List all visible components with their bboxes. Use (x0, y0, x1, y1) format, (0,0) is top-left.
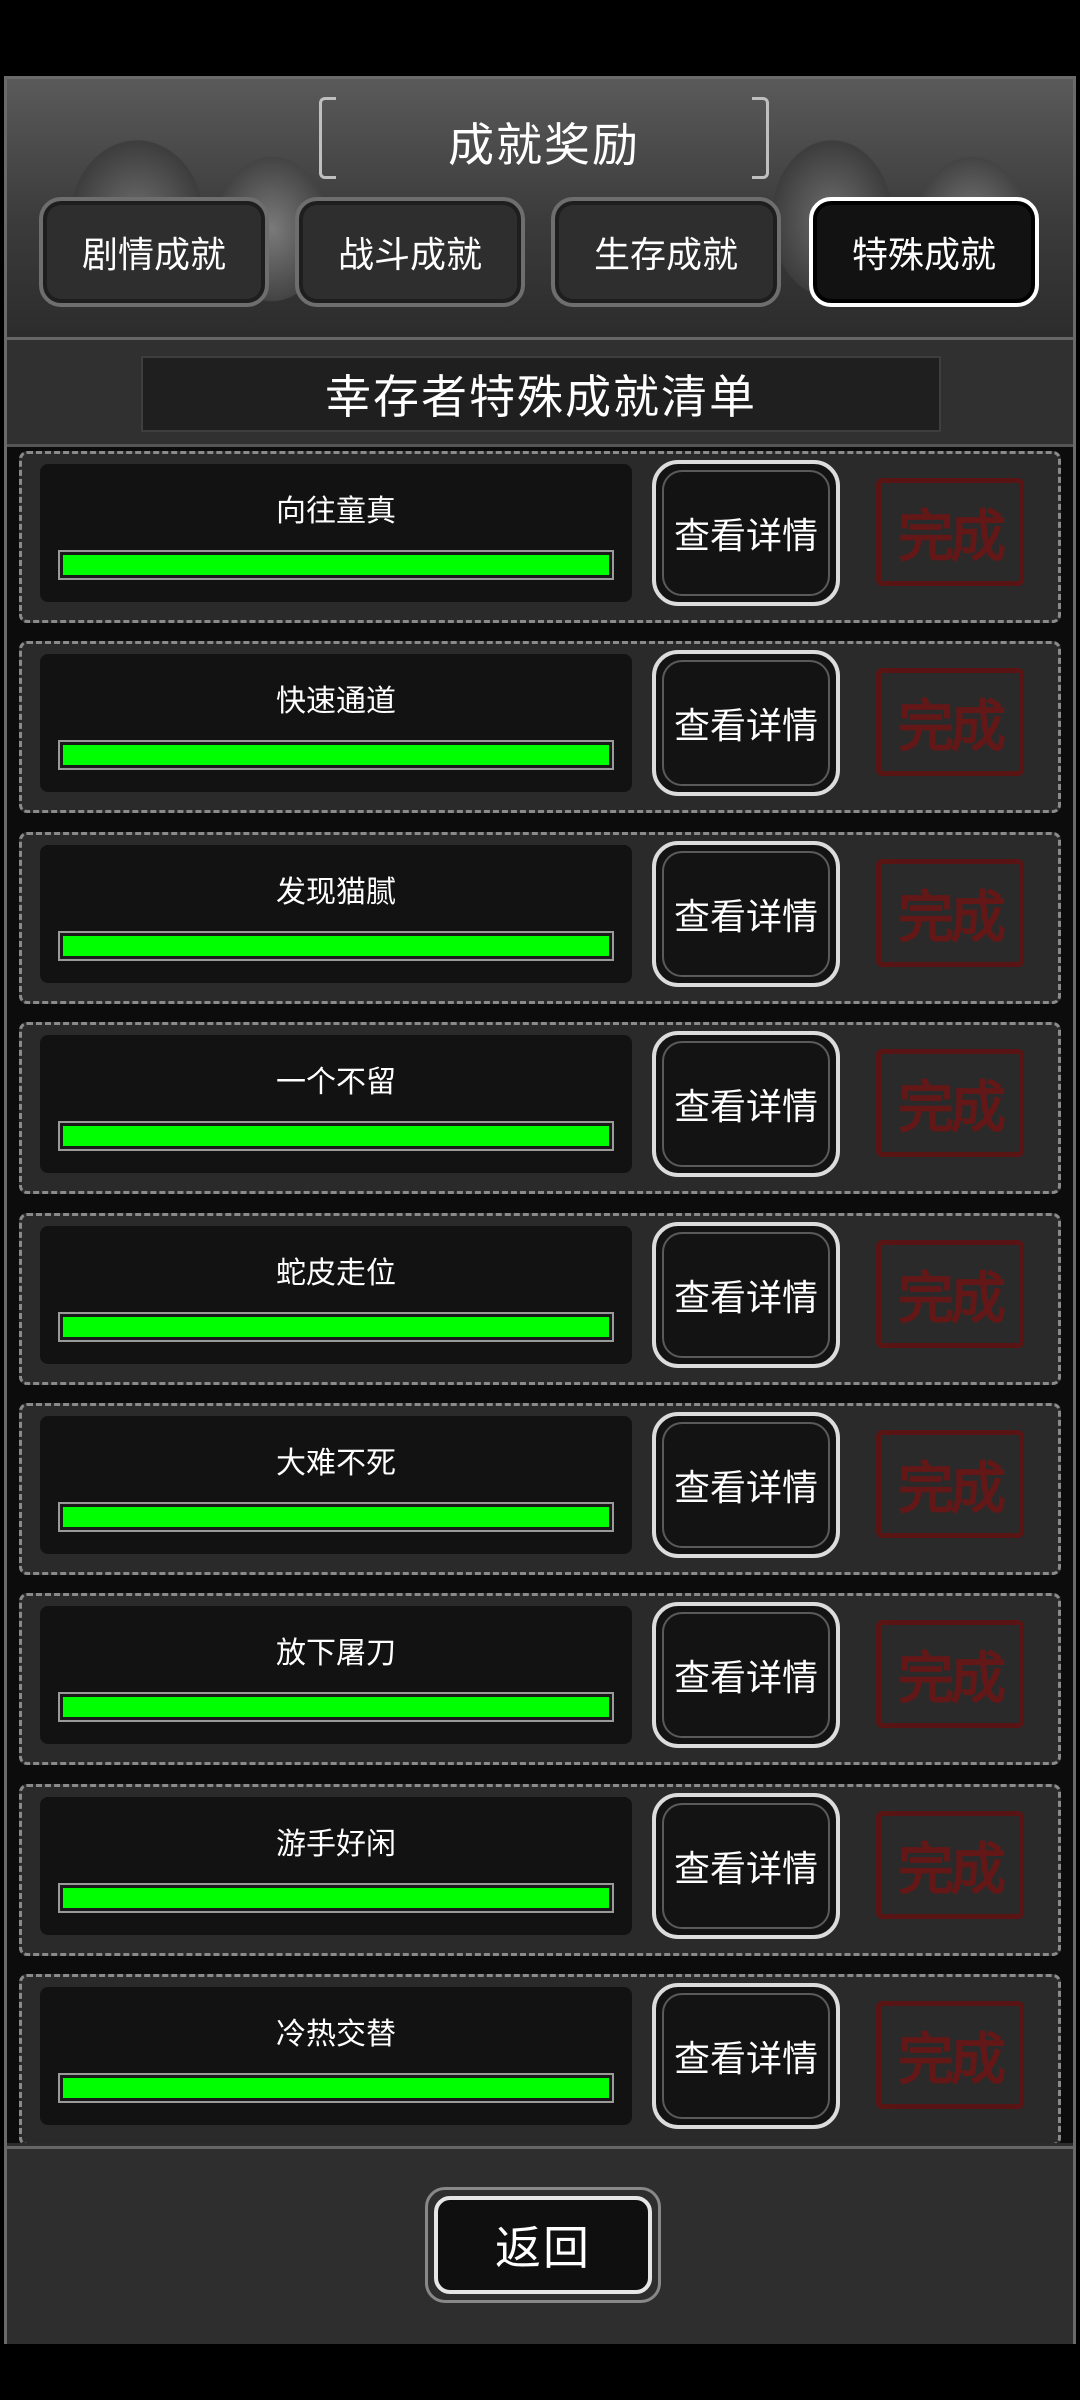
achievement-row: 放下屠刀 查看详情 完成 (19, 1593, 1061, 1765)
progress-bar (58, 1121, 614, 1151)
view-details-button[interactable]: 查看详情 (652, 1031, 840, 1177)
completed-stamp: 完成 (876, 2001, 1024, 2109)
list-subtitle: 幸存者特殊成就清单 (141, 356, 941, 432)
progress-bar (58, 2073, 614, 2103)
progress-bar (58, 1502, 614, 1532)
tab-story[interactable]: 剧情成就 (39, 197, 269, 307)
achievement-info-panel: 游手好闲 (40, 1797, 632, 1935)
achievement-row: 冷热交替 查看详情 完成 (19, 1974, 1061, 2143)
achievement-name: 冷热交替 (276, 2017, 396, 2052)
tab-combat[interactable]: 战斗成就 (295, 197, 525, 307)
footer-bar: 返回 (7, 2146, 1073, 2344)
completed-stamp: 完成 (876, 1240, 1024, 1348)
completed-stamp: 完成 (876, 478, 1024, 586)
progress-bar (58, 740, 614, 770)
view-details-button[interactable]: 查看详情 (652, 460, 840, 606)
progress-fill (63, 1507, 609, 1527)
achievement-row: 游手好闲 查看详情 完成 (19, 1784, 1061, 1956)
achievement-row: 一个不留 查看详情 完成 (19, 1022, 1061, 1194)
tab-survival[interactable]: 生存成就 (551, 197, 781, 307)
progress-bar (58, 931, 614, 961)
achievement-info-panel: 放下屠刀 (40, 1606, 632, 1744)
achievement-info-panel: 一个不留 (40, 1035, 632, 1173)
progress-bar (58, 1883, 614, 1913)
completed-stamp: 完成 (876, 1430, 1024, 1538)
achievement-name: 发现猫腻 (276, 875, 396, 910)
achievement-row: 蛇皮走位 查看详情 完成 (19, 1213, 1061, 1385)
achievement-name: 快速通道 (276, 684, 396, 719)
page-title: 成就奖励 (448, 118, 640, 172)
achievement-info-panel: 大难不死 (40, 1416, 632, 1554)
completed-stamp: 完成 (876, 1049, 1024, 1157)
achievement-row: 大难不死 查看详情 完成 (19, 1403, 1061, 1575)
completed-stamp: 完成 (876, 1811, 1024, 1919)
progress-bar (58, 550, 614, 580)
subtitle-bar: 幸存者特殊成就清单 (7, 340, 1073, 447)
achievement-row: 发现猫腻 查看详情 完成 (19, 832, 1061, 1004)
view-details-button[interactable]: 查看详情 (652, 841, 840, 987)
progress-bar (58, 1692, 614, 1722)
progress-fill (63, 1126, 609, 1146)
progress-fill (63, 1317, 609, 1337)
achievement-info-panel: 冷热交替 (40, 1987, 632, 2125)
achievement-row: 向往童真 查看详情 完成 (19, 451, 1061, 623)
progress-fill (63, 1697, 609, 1717)
progress-bar (58, 1312, 614, 1342)
view-details-button[interactable]: 查看详情 (652, 650, 840, 796)
view-details-button[interactable]: 查看详情 (652, 1793, 840, 1939)
tab-special[interactable]: 特殊成就 (809, 197, 1039, 307)
achievement-info-panel: 发现猫腻 (40, 845, 632, 983)
achievement-name: 向往童真 (276, 494, 396, 529)
achievement-row: 快速通道 查看详情 完成 (19, 641, 1061, 813)
achievement-name: 游手好闲 (276, 1827, 396, 1862)
achievement-name: 一个不留 (276, 1065, 396, 1100)
header-banner: 成就奖励 剧情成就 战斗成就 生存成就 特殊成就 (7, 79, 1073, 340)
progress-fill (63, 2078, 609, 2098)
view-details-button[interactable]: 查看详情 (652, 1412, 840, 1558)
achievement-name: 蛇皮走位 (276, 1256, 396, 1291)
title-frame: 成就奖励 (319, 97, 769, 179)
view-details-button[interactable]: 查看详情 (652, 1222, 840, 1368)
completed-stamp: 完成 (876, 668, 1024, 776)
achievement-name: 大难不死 (276, 1446, 396, 1481)
achievement-info-panel: 蛇皮走位 (40, 1226, 632, 1364)
achievement-list[interactable]: 向往童真 查看详情 完成 快速通道 查看详情 完成 发现猫腻 查看详情 完成 一个不留 查看详情 完成… (7, 447, 1073, 2143)
progress-fill (63, 1888, 609, 1908)
view-details-button[interactable]: 查看详情 (652, 1602, 840, 1748)
completed-stamp: 完成 (876, 1620, 1024, 1728)
achievement-info-panel: 快速通道 (40, 654, 632, 792)
achievement-window: 成就奖励 剧情成就 战斗成就 生存成就 特殊成就 幸存者特殊成就清单 向往童真查… (4, 76, 1076, 2344)
back-button-label: 返回 (434, 2196, 652, 2294)
progress-fill (63, 936, 609, 956)
progress-fill (63, 555, 609, 575)
back-button[interactable]: 返回 (425, 2187, 661, 2303)
completed-stamp: 完成 (876, 859, 1024, 967)
achievement-info-panel: 向往童真 (40, 464, 632, 602)
progress-fill (63, 745, 609, 765)
view-details-button[interactable]: 查看详情 (652, 1983, 840, 2129)
achievement-name: 放下屠刀 (276, 1636, 396, 1671)
